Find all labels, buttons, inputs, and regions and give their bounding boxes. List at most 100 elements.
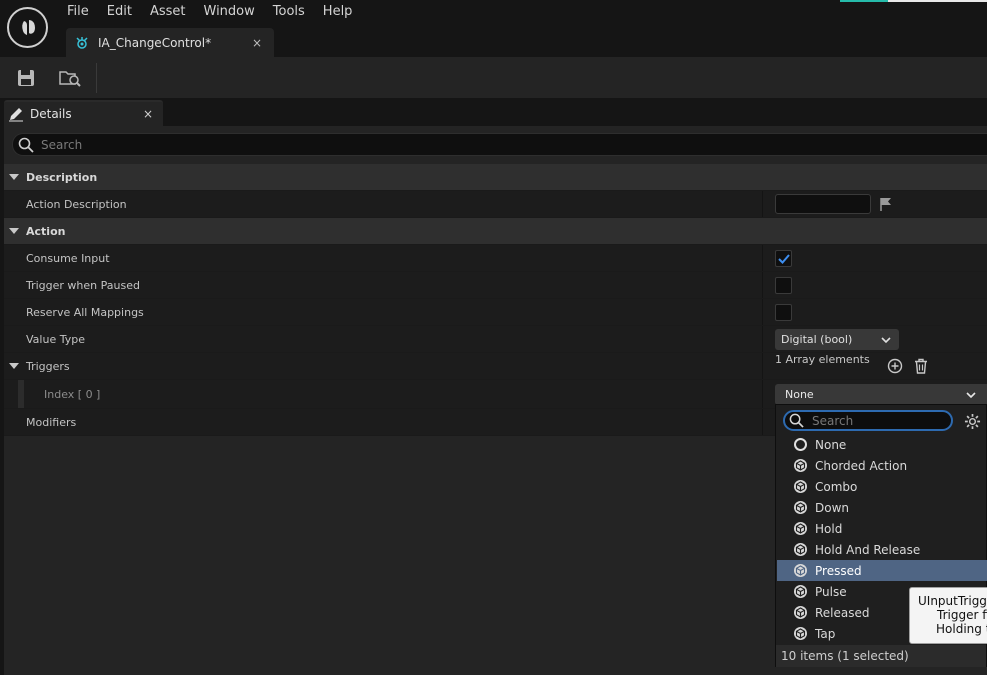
pencil-icon bbox=[9, 108, 23, 122]
delete-all-icon[interactable] bbox=[913, 358, 929, 374]
property-triggers: Triggers 1 Array elements bbox=[4, 353, 987, 380]
tooltip-line: Trigger fir bbox=[937, 608, 987, 622]
asset-toolbar bbox=[0, 57, 987, 98]
category-description[interactable]: Description bbox=[4, 164, 987, 191]
menu-file[interactable]: File bbox=[58, 0, 98, 24]
add-element-icon[interactable] bbox=[887, 358, 903, 374]
option-down[interactable]: Down bbox=[777, 497, 987, 518]
unreal-logo-icon[interactable] bbox=[7, 7, 48, 48]
value-type-selected: Digital (bool) bbox=[781, 333, 853, 346]
value-type-value: Digital (bool) bbox=[762, 326, 987, 352]
triggers-value: 1 Array elements bbox=[762, 353, 987, 379]
trigger-class-icon bbox=[794, 459, 807, 472]
localization-flag-icon[interactable] bbox=[879, 197, 893, 211]
input-action-icon bbox=[76, 36, 88, 49]
save-icon[interactable] bbox=[15, 67, 37, 89]
consume-input-label: Consume Input bbox=[26, 251, 110, 265]
expand-caret-icon[interactable] bbox=[9, 174, 19, 180]
menu-window[interactable]: Window bbox=[195, 0, 264, 24]
window-title-strip bbox=[888, 0, 987, 2]
consume-input-checkbox[interactable] bbox=[775, 250, 792, 267]
option-label: Hold And Release bbox=[815, 542, 921, 557]
option-chorded-action[interactable]: Chorded Action bbox=[777, 455, 987, 476]
option-label: Pressed bbox=[815, 563, 862, 578]
modifiers-label: Modifiers bbox=[26, 415, 77, 429]
menu-help[interactable]: Help bbox=[314, 0, 362, 24]
browse-to-asset-icon[interactable] bbox=[58, 67, 82, 89]
expand-caret-icon[interactable] bbox=[9, 363, 19, 369]
option-hold[interactable]: Hold bbox=[777, 518, 987, 539]
option-hold-and-release[interactable]: Hold And Release bbox=[777, 539, 987, 560]
trigger-when-paused-value bbox=[762, 272, 987, 298]
details-search bbox=[12, 133, 987, 156]
dropdown-search[interactable]: Search bbox=[783, 410, 953, 431]
dropdown-search-placeholder: Search bbox=[812, 413, 854, 428]
option-label: Chorded Action bbox=[815, 458, 908, 473]
details-search-input[interactable] bbox=[41, 137, 941, 152]
trigger-class-icon bbox=[794, 564, 807, 577]
details-tab-close-icon[interactable]: × bbox=[143, 107, 153, 121]
triggers-label: Triggers bbox=[26, 359, 70, 373]
option-combo[interactable]: Combo bbox=[777, 476, 987, 497]
action-description-label: Action Description bbox=[26, 197, 127, 211]
circle-outline-icon bbox=[794, 438, 807, 451]
index-0-label: Index [ 0 ] bbox=[44, 387, 101, 401]
gear-icon[interactable] bbox=[964, 413, 981, 430]
category-action[interactable]: Action bbox=[4, 218, 987, 245]
category-description-label: Description bbox=[26, 170, 98, 184]
window-accent-bar bbox=[840, 0, 888, 2]
value-type-combo[interactable]: Digital (bool) bbox=[775, 329, 899, 350]
details-tab[interactable]: Details × bbox=[4, 100, 163, 126]
search-icon bbox=[18, 137, 34, 153]
toolbar-separator bbox=[96, 63, 97, 93]
trigger-class-icon bbox=[794, 585, 807, 598]
details-tab-label: Details bbox=[30, 107, 72, 121]
property-action-description: Action Description bbox=[4, 191, 987, 218]
option-tooltip: UInputTrigge Trigger fir Holding th bbox=[909, 587, 987, 644]
trigger-class-icon bbox=[794, 501, 807, 514]
menu-edit[interactable]: Edit bbox=[98, 0, 141, 24]
trigger-class-icon bbox=[794, 480, 807, 493]
checkmark-icon bbox=[777, 253, 790, 264]
option-label: Hold bbox=[815, 521, 843, 536]
array-indent-gutter bbox=[18, 380, 24, 408]
option-pressed[interactable]: Pressed bbox=[777, 560, 987, 581]
property-value-type: Value Type Digital (bool) bbox=[4, 326, 987, 353]
tooltip-line: Holding th bbox=[936, 622, 987, 636]
triggers-array-count: 1 Array elements bbox=[775, 353, 870, 366]
consume-input-value bbox=[762, 245, 987, 271]
option-none[interactable]: None bbox=[777, 434, 987, 455]
trigger-class-selected: None bbox=[785, 388, 814, 401]
option-label: Down bbox=[815, 500, 850, 515]
value-type-label: Value Type bbox=[26, 332, 85, 346]
trigger-class-icon bbox=[794, 627, 807, 640]
trigger-when-paused-checkbox[interactable] bbox=[775, 277, 792, 294]
reserve-all-mappings-checkbox[interactable] bbox=[775, 304, 792, 321]
details-tab-bar: Details × bbox=[0, 98, 987, 126]
menu-asset[interactable]: Asset bbox=[141, 0, 195, 24]
search-icon bbox=[789, 413, 804, 428]
trigger-class-icon bbox=[794, 606, 807, 619]
property-trigger-when-paused: Trigger when Paused bbox=[4, 272, 987, 299]
trigger-class-icon bbox=[794, 543, 807, 556]
category-action-label: Action bbox=[26, 224, 66, 238]
tooltip-line: UInputTrigge bbox=[918, 594, 987, 608]
option-label: Released bbox=[815, 605, 870, 620]
menu-tools[interactable]: Tools bbox=[264, 0, 314, 24]
document-tab[interactable]: IA_ChangeControl* × bbox=[66, 28, 274, 57]
dropdown-footer: 10 items (1 selected) bbox=[776, 645, 986, 667]
action-description-value bbox=[762, 191, 987, 217]
document-tab-close-icon[interactable]: × bbox=[248, 36, 266, 50]
action-description-input[interactable] bbox=[775, 194, 871, 214]
option-label: None bbox=[815, 437, 847, 452]
document-tab-label: IA_ChangeControl* bbox=[98, 35, 212, 50]
chevron-down-icon bbox=[881, 336, 891, 343]
reserve-all-mappings-value bbox=[762, 299, 987, 325]
option-label: Pulse bbox=[815, 584, 847, 599]
trigger-class-icon bbox=[794, 522, 807, 535]
option-label: Tap bbox=[815, 626, 836, 641]
property-reserve-all-mappings: Reserve All Mappings bbox=[4, 299, 987, 326]
editor-window: File Edit Asset Window Tools Help IA_Cha… bbox=[0, 0, 987, 675]
trigger-class-combo[interactable]: None bbox=[775, 384, 987, 405]
expand-caret-icon[interactable] bbox=[9, 228, 19, 234]
